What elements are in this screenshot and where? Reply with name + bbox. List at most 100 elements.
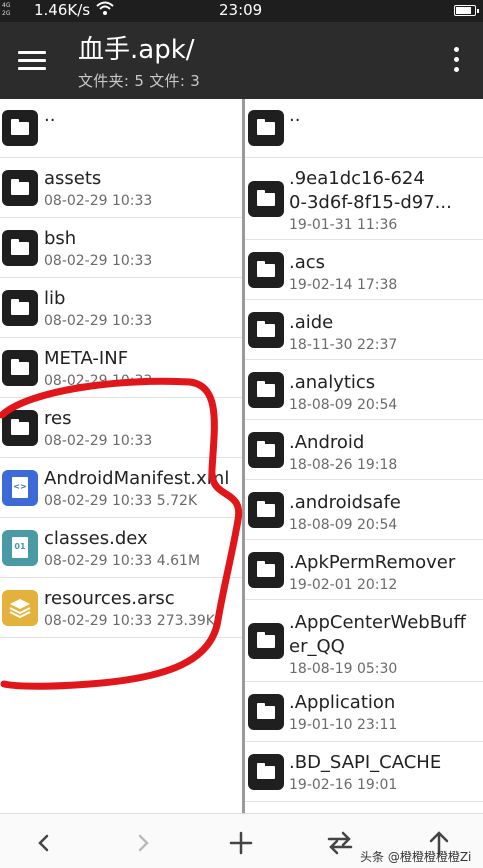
item-meta: 08-02-29 10:33 273.39K (44, 613, 215, 629)
item-meta: 08-02-29 10:33 (44, 433, 153, 449)
item-meta: 18-11-30 22:37 (289, 337, 398, 353)
list-item-aide[interactable]: .aide 18-11-30 22:37 (245, 300, 483, 360)
swap-icon[interactable] (325, 828, 355, 858)
list-item-lib[interactable]: lib 08-02-29 10:33 (0, 278, 242, 338)
folder-icon (248, 372, 284, 408)
folder-icon (248, 252, 284, 288)
left-file-pane[interactable]: .. assets 08-02-29 10:33 bsh 08-02-29 10… (0, 99, 242, 813)
folder-icon (2, 350, 38, 386)
item-meta: 19-01-10 23:11 (289, 717, 398, 733)
folder-file-count: 文件夹: 5 文件: 3 (78, 72, 201, 90)
item-name: .Android (289, 432, 365, 453)
item-name: .aide (289, 312, 334, 333)
folder-icon (248, 312, 284, 348)
xml-file-icon: <> (2, 470, 38, 506)
network-speed: 1.46K/s (34, 1, 91, 19)
dex-icon-label: 01 (14, 542, 26, 551)
item-name: AndroidManifest.xml (44, 468, 230, 489)
folder-icon (2, 410, 38, 446)
battery-icon (454, 5, 479, 16)
right-file-pane[interactable]: .. .9ea1dc16-624 0-3d6f-8f15-d97... 19-0… (245, 99, 483, 813)
list-item-bd-sapi-cache[interactable]: .BD_SAPI_CACHE 19-02-16 19:01 (245, 742, 483, 802)
forward-icon[interactable] (128, 828, 158, 858)
list-item-androidmanifest[interactable]: <> AndroidManifest.xml 08-02-29 10:33 5.… (0, 458, 242, 518)
list-item-res[interactable]: res 08-02-29 10:33 (0, 398, 242, 458)
item-name: .analytics (289, 372, 376, 393)
item-meta: 08-02-29 10:33 4.61M (44, 553, 201, 569)
wifi-icon (96, 1, 114, 21)
folder-icon (248, 754, 284, 790)
folder-icon (248, 623, 284, 659)
item-name: lib (44, 288, 66, 309)
list-item-application[interactable]: .Application 19-01-10 23:11 (245, 682, 483, 742)
item-meta: 18-08-19 05:30 (289, 661, 398, 677)
watermark: 头条 @橙橙橙橙橙Zi (360, 850, 472, 864)
dex-file-icon: 01 (2, 530, 38, 566)
add-icon[interactable] (226, 828, 256, 858)
folder-icon (2, 230, 38, 266)
list-item-appcenterwebbuffer[interactable]: .AppCenterWebBuff er_QQ 18-08-19 05:30 (245, 600, 483, 682)
list-item-classes-dex[interactable]: 01 classes.dex 08-02-29 10:33 4.61M (0, 518, 242, 578)
item-name: .. (44, 105, 56, 126)
list-item-androidsafe[interactable]: .androidsafe 18-08-09 20:54 (245, 480, 483, 540)
item-name: .. (289, 105, 301, 126)
network-top-label: 4G (2, 2, 11, 9)
item-meta: 19-02-16 19:01 (289, 777, 398, 793)
item-name: .BD_SAPI_CACHE (289, 752, 442, 773)
list-item-meta-inf[interactable]: META-INF 08-02-29 10:33 (0, 338, 242, 398)
app-bar: 血手.apk/ 文件夹: 5 文件: 3 (0, 22, 483, 99)
list-item-android[interactable]: .Android 18-08-26 19:18 (245, 420, 483, 480)
network-bottom-label: 2G (2, 10, 11, 17)
folder-icon (2, 110, 38, 146)
item-name: .acs (289, 252, 326, 273)
list-item-acs[interactable]: .acs 19-02-14 17:38 (245, 240, 483, 300)
list-item-9ea1dc16[interactable]: .9ea1dc16-624 0-3d6f-8f15-d97... 19-01-3… (245, 158, 483, 240)
item-name-continued: 0-3d6f-8f15-d97... (289, 192, 452, 213)
item-name: classes.dex (44, 528, 148, 549)
more-options-icon[interactable] (446, 44, 466, 76)
item-meta: 08-02-29 10:33 (44, 313, 153, 329)
folder-icon (248, 694, 284, 730)
list-item-bsh[interactable]: bsh 08-02-29 10:33 (0, 218, 242, 278)
item-name: .AppCenterWebBuff (289, 612, 466, 633)
item-name: bsh (44, 228, 77, 249)
item-meta: 18-08-26 19:18 (289, 457, 398, 473)
layers-icon (2, 590, 38, 626)
folder-icon (248, 181, 284, 217)
item-name: assets (44, 168, 102, 189)
list-item-assets[interactable]: assets 08-02-29 10:33 (0, 158, 242, 218)
page-title: 血手.apk/ (78, 35, 195, 65)
item-name: META-INF (44, 348, 129, 369)
list-item-analytics[interactable]: .analytics 18-08-09 20:54 (245, 360, 483, 420)
item-meta: 19-01-31 11:36 (289, 217, 398, 233)
list-item-apkpermremover[interactable]: .ApkPermRemover 19-02-01 20:12 (245, 540, 483, 600)
item-meta: 19-02-01 20:12 (289, 577, 398, 593)
item-name: resources.arsc (44, 588, 175, 609)
folder-icon (248, 432, 284, 468)
item-meta: 18-08-09 20:54 (289, 517, 398, 533)
item-meta: 08-02-29 10:33 (44, 193, 153, 209)
network-indicator: 4G 2G (2, 2, 10, 18)
status-bar: 4G 2G 1.46K/s 23:09 (0, 0, 483, 22)
menu-icon[interactable] (18, 49, 46, 71)
item-meta: 08-02-29 10:33 5.72K (44, 493, 198, 509)
item-meta: 19-02-14 17:38 (289, 277, 398, 293)
item-name: .Application (289, 692, 396, 713)
item-name: .androidsafe (289, 492, 401, 513)
folder-icon (2, 170, 38, 206)
list-item-parent[interactable]: .. (0, 99, 242, 158)
list-item-parent[interactable]: .. (245, 99, 483, 158)
folder-icon (248, 492, 284, 528)
item-meta: 08-02-29 10:33 (44, 373, 153, 389)
item-name-continued: er_QQ (289, 636, 345, 657)
item-name: .ApkPermRemover (289, 552, 456, 573)
list-item-resources-arsc[interactable]: resources.arsc 08-02-29 10:33 273.39K (0, 578, 242, 638)
folder-icon (248, 110, 284, 146)
item-meta: 08-02-29 10:33 (44, 253, 153, 269)
folder-icon (248, 552, 284, 588)
back-icon[interactable] (29, 828, 59, 858)
item-name: .9ea1dc16-624 (289, 168, 425, 189)
folder-icon (2, 290, 38, 326)
item-name: res (44, 408, 72, 429)
item-meta: 18-08-09 20:54 (289, 397, 398, 413)
